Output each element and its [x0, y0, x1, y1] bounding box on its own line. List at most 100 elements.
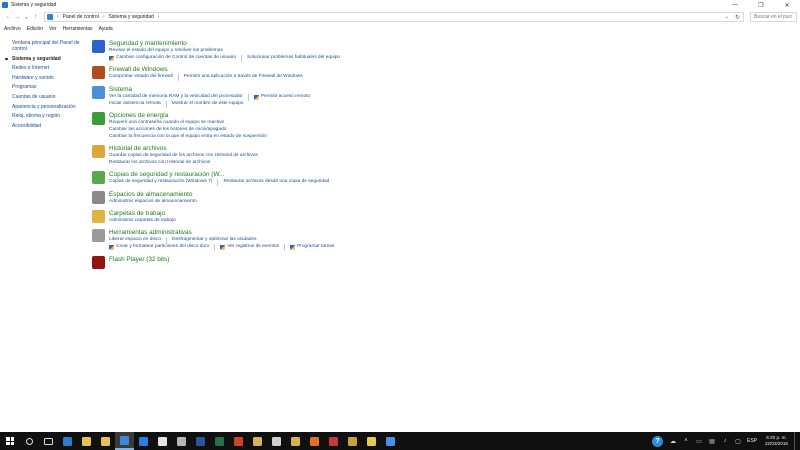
- category-link[interactable]: Revisar el estado del equipo y resolver …: [109, 48, 223, 55]
- category-link[interactable]: Restaurar los archivos con Historial de …: [109, 160, 210, 167]
- menu-herramientas[interactable]: Herramientas: [63, 26, 93, 32]
- address-bar[interactable]: › Panel de control › Sistema y seguridad…: [44, 12, 744, 22]
- category-link[interactable]: Administrar carpetas de trabajo: [109, 218, 176, 225]
- category-link[interactable]: Desfragmentar y optimizar las unidades: [166, 237, 257, 244]
- category-link[interactable]: Ver la cantidad de memoria RAM y la velo…: [109, 94, 243, 101]
- category-title[interactable]: Historial de archivos: [109, 145, 709, 153]
- category-link[interactable]: Comprobar estado del firewall: [109, 74, 173, 81]
- category-title[interactable]: Carpetas de trabajo: [109, 210, 709, 218]
- taskbar-button[interactable]: [20, 432, 39, 450]
- category-link[interactable]: Cambiar configuración de Control de cuen…: [109, 55, 236, 62]
- power-icon[interactable]: [92, 112, 105, 125]
- category-link[interactable]: Permitir una aplicación a través de Fire…: [177, 74, 303, 81]
- taskbar-button[interactable]: [267, 432, 286, 450]
- work-folders-icon[interactable]: [92, 210, 105, 223]
- category-title[interactable]: Copias de seguridad y restauración (W...: [109, 171, 709, 179]
- menu-ayuda[interactable]: Ayuda: [99, 26, 113, 32]
- category-link[interactable]: Copias de seguridad y restauración (Wind…: [109, 179, 212, 186]
- onedrive-icon[interactable]: ☁: [669, 438, 677, 445]
- network-icon[interactable]: ▤: [708, 438, 716, 445]
- language-indicator[interactable]: ESP: [747, 438, 757, 444]
- menu-ver[interactable]: Ver: [49, 26, 57, 32]
- close-button[interactable]: ✕: [774, 0, 800, 10]
- storage-icon[interactable]: [92, 191, 105, 204]
- minimize-button[interactable]: —: [722, 0, 748, 10]
- battery-icon[interactable]: ▭: [695, 438, 703, 445]
- category-link[interactable]: Iniciar asistencia remota: [109, 101, 161, 108]
- taskbar-button[interactable]: [286, 432, 305, 450]
- taskbar-button[interactable]: [115, 432, 134, 450]
- taskbar-button[interactable]: [153, 432, 172, 450]
- category-link[interactable]: Permitir acceso remoto: [247, 94, 310, 101]
- category-link[interactable]: Cambiar la frecuencia con la que el equi…: [109, 134, 267, 141]
- category-link[interactable]: Crear y formatear particiones del disco …: [109, 244, 209, 251]
- volume-icon[interactable]: ♪: [721, 438, 729, 445]
- sidebar-item-accessibility[interactable]: Accesibilidad: [12, 123, 88, 129]
- computer-icon[interactable]: [92, 86, 105, 99]
- category-link[interactable]: Ver registros de eventos: [214, 244, 279, 251]
- sidebar-item-hardware[interactable]: Hardware y sonido: [12, 75, 88, 81]
- help-icon[interactable]: ?: [651, 435, 663, 447]
- sidebar-item-network[interactable]: Redes e Internet: [12, 65, 88, 71]
- sidebar-item-programs[interactable]: Programas: [12, 84, 88, 90]
- search-input[interactable]: [751, 14, 789, 20]
- category-link[interactable]: Guardar copias de seguridad de los archi…: [109, 153, 258, 160]
- forward-arrow-icon[interactable]: →: [13, 13, 22, 22]
- start-button[interactable]: [0, 432, 20, 450]
- sidebar-item-system-security[interactable]: Sistema y seguridad: [5, 56, 88, 62]
- category-link[interactable]: Solucionar problemas habituales del equi…: [241, 55, 340, 62]
- taskbar-button[interactable]: [324, 432, 343, 450]
- maximize-button[interactable]: ❐: [748, 0, 774, 10]
- category-title[interactable]: Flash Player (32 bits): [109, 256, 709, 264]
- search-icon[interactable]: ⌕: [789, 14, 792, 21]
- up-arrow-icon[interactable]: ↑: [31, 13, 40, 22]
- file-history-icon[interactable]: [92, 145, 105, 158]
- chevron-up-icon[interactable]: ˄: [682, 438, 690, 445]
- taskbar-button[interactable]: [362, 432, 381, 450]
- category-title[interactable]: Sistema: [109, 86, 709, 94]
- sidebar-item-appearance[interactable]: Apariencia y personalización: [12, 104, 88, 110]
- category-title[interactable]: Espacios de almacenamiento: [109, 191, 709, 199]
- clock[interactable]: 6:20 p. m. 22/03/2016: [765, 435, 788, 447]
- category-link[interactable]: Cambiar las acciones de los botones de i…: [109, 127, 226, 134]
- taskbar-button[interactable]: [381, 432, 400, 450]
- taskbar-button[interactable]: [305, 432, 324, 450]
- category-title[interactable]: Seguridad y mantenimiento: [109, 40, 709, 48]
- sidebar-item-user-accounts[interactable]: Cuentas de usuario: [12, 94, 88, 100]
- category-link[interactable]: Administrar espacios de almacenamiento: [109, 199, 197, 206]
- flash-player-icon[interactable]: [92, 256, 105, 269]
- recent-locations-icon[interactable]: ▾: [22, 13, 31, 22]
- category-link[interactable]: Restaurar archivos desde una copia de se…: [217, 179, 329, 186]
- category-link[interactable]: Liberar espacio en disco: [109, 237, 161, 244]
- menu-archivo[interactable]: Archivo: [4, 26, 21, 32]
- taskbar-button[interactable]: [58, 432, 77, 450]
- taskbar-button[interactable]: [229, 432, 248, 450]
- breadcrumb-separator[interactable]: ›: [158, 14, 160, 20]
- menu-edicion[interactable]: Edición: [27, 26, 43, 32]
- taskbar-button[interactable]: [172, 432, 191, 450]
- taskbar-button[interactable]: [77, 432, 96, 450]
- category-link[interactable]: Mostrar el nombre de este equipo: [165, 101, 243, 108]
- taskbar-button[interactable]: [343, 432, 362, 450]
- address-dropdown-icon[interactable]: ⌄: [725, 14, 729, 20]
- back-arrow-icon[interactable]: ←: [4, 13, 13, 22]
- sidebar-item-clock-region[interactable]: Reloj, idioma y región: [12, 113, 88, 119]
- show-desktop-button[interactable]: [794, 432, 796, 450]
- sidebar-item-control-panel-home[interactable]: Ventana principal del Panel de control: [12, 40, 88, 52]
- category-link[interactable]: Requerir una contraseña cuando el equipo…: [109, 120, 224, 127]
- flag-icon[interactable]: [92, 40, 105, 53]
- taskbar-button[interactable]: [248, 432, 267, 450]
- category-title[interactable]: Opciones de energía: [109, 112, 709, 120]
- taskbar-button[interactable]: [39, 432, 58, 450]
- category-link[interactable]: Programar tareas: [284, 244, 334, 251]
- category-title[interactable]: Firewall de Windows: [109, 66, 709, 74]
- taskbar-button[interactable]: [191, 432, 210, 450]
- refresh-icon[interactable]: ↻: [735, 14, 740, 21]
- search-box[interactable]: ⌕: [750, 12, 797, 22]
- taskbar-button[interactable]: [96, 432, 115, 450]
- backup-icon[interactable]: [92, 171, 105, 184]
- category-title[interactable]: Herramientas administrativas: [109, 229, 709, 237]
- taskbar-button[interactable]: [134, 432, 153, 450]
- admin-tools-icon[interactable]: [92, 229, 105, 242]
- breadcrumb-system-security[interactable]: Sistema y seguridad: [108, 14, 153, 20]
